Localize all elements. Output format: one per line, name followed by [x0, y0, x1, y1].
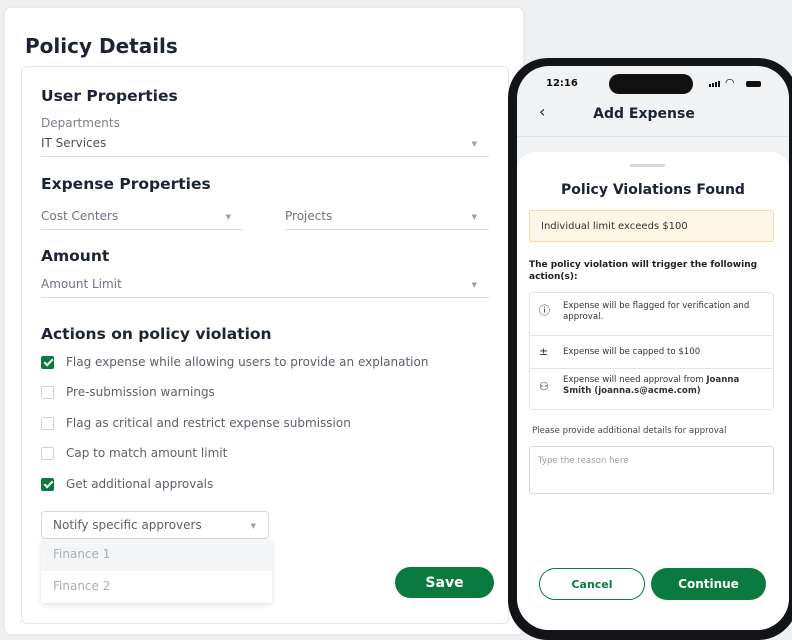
action-option-label: Cap to match amount limit: [66, 446, 228, 460]
cost-centers-select[interactable]: Cost Centers ▼: [41, 207, 243, 230]
action-option-cap-amount[interactable]: Cap to match amount limit: [41, 444, 227, 462]
approver-option-finance-1[interactable]: Finance 1: [41, 539, 272, 571]
divider: [517, 136, 789, 137]
policy-details-panel: Policy Details User Properties Departmen…: [5, 8, 523, 634]
reason-input[interactable]: Type the reason here: [529, 446, 774, 494]
sheet-grabber-handle[interactable]: [630, 164, 665, 167]
chevron-down-icon: ▼: [250, 522, 256, 530]
violation-alert: Individual limit exceeds $100: [529, 210, 774, 242]
cancel-button[interactable]: Cancel: [539, 568, 645, 600]
chevron-down-icon: ▼: [471, 140, 477, 148]
signal-icon: [709, 81, 720, 87]
chevron-down-icon: ▼: [225, 213, 231, 221]
chevron-down-icon: ▼: [471, 213, 477, 221]
notify-approvers-select[interactable]: Notify specific approvers ▼: [41, 511, 269, 539]
notify-approvers-placeholder: Notify specific approvers: [53, 518, 202, 532]
policy-violation-sheet: Policy Violations Found Individual limit…: [517, 152, 789, 630]
action-option-label: Flag as critical and restrict expense su…: [66, 416, 351, 430]
chevron-down-icon: ▼: [471, 281, 477, 289]
phone-frame: 12:16 ◠ ‹ Add Expense Policy Violations …: [508, 58, 792, 640]
action-text-prefix: Expense will need approval from: [563, 375, 707, 385]
dynamic-island: [609, 74, 693, 94]
trigger-text: The policy violation will trigger the fo…: [529, 260, 758, 282]
screen-title: Add Expense: [593, 106, 695, 122]
actions-heading: Actions on policy violation: [41, 325, 272, 343]
details-label: Please provide additional details for ap…: [532, 426, 727, 436]
battery-icon: [746, 81, 761, 87]
checkbox-unchecked[interactable]: [41, 416, 54, 430]
action-option-pre-submission[interactable]: Pre-submission warnings: [41, 383, 215, 401]
wifi-icon: ◠: [725, 76, 735, 89]
cost-centers-placeholder: Cost Centers: [41, 209, 119, 223]
continue-button[interactable]: Continue: [651, 568, 766, 600]
amount-limit-placeholder: Amount Limit: [41, 277, 122, 291]
departments-select[interactable]: IT Services ▼: [41, 134, 489, 157]
list-item: ⚇ Expense will need approval from Joanna…: [530, 369, 773, 409]
approvers-dropdown: Finance 1 Finance 2: [41, 539, 272, 603]
projects-select[interactable]: Projects ▼: [285, 207, 489, 230]
reason-placeholder: Type the reason here: [538, 456, 629, 466]
action-option-label: Get additional approvals: [66, 477, 214, 491]
alert-circle-icon: ⓘ: [539, 304, 550, 317]
departments-value: IT Services: [41, 136, 107, 150]
users-icon: ⚇: [539, 380, 549, 393]
sheet-title: Policy Violations Found: [561, 182, 745, 198]
action-option-label: Pre-submission warnings: [66, 385, 215, 399]
projects-placeholder: Projects: [285, 209, 333, 223]
approver-option-finance-2[interactable]: Finance 2: [41, 571, 272, 603]
page-title: Policy Details: [25, 34, 178, 58]
status-time: 12:16: [546, 78, 578, 89]
action-text: Expense will be capped to $100: [563, 347, 701, 357]
list-item: ± Expense will be capped to $100: [530, 336, 773, 368]
user-properties-heading: User Properties: [41, 87, 178, 105]
departments-label: Departments: [41, 116, 120, 130]
amount-heading: Amount: [41, 247, 110, 265]
action-option-flag-explanation[interactable]: Flag expense while allowing users to pro…: [41, 353, 428, 371]
action-text: Expense will need approval from Joanna S…: [563, 375, 763, 397]
phone-screen: 12:16 ◠ ‹ Add Expense Policy Violations …: [517, 66, 789, 630]
checkbox-unchecked[interactable]: [41, 385, 54, 399]
checkbox-checked[interactable]: [41, 477, 54, 491]
triggered-actions-list: ⓘ Expense will be flagged for verificati…: [529, 292, 774, 410]
action-option-label: Flag expense while allowing users to pro…: [66, 355, 429, 369]
policy-form-card: User Properties Departments IT Services …: [21, 66, 509, 624]
checkbox-unchecked[interactable]: [41, 446, 54, 460]
action-option-flag-critical[interactable]: Flag as critical and restrict expense su…: [41, 414, 351, 432]
plus-minus-icon: ±: [539, 345, 549, 358]
save-button[interactable]: Save: [395, 567, 494, 598]
amount-limit-select[interactable]: Amount Limit ▼: [41, 275, 489, 298]
action-option-additional-approvals[interactable]: Get additional approvals: [41, 475, 213, 493]
expense-properties-heading: Expense Properties: [41, 175, 211, 193]
action-text: Expense will be flagged for verification…: [563, 301, 750, 322]
list-item: ⓘ Expense will be flagged for verificati…: [530, 293, 773, 335]
checkbox-checked[interactable]: [41, 355, 54, 369]
